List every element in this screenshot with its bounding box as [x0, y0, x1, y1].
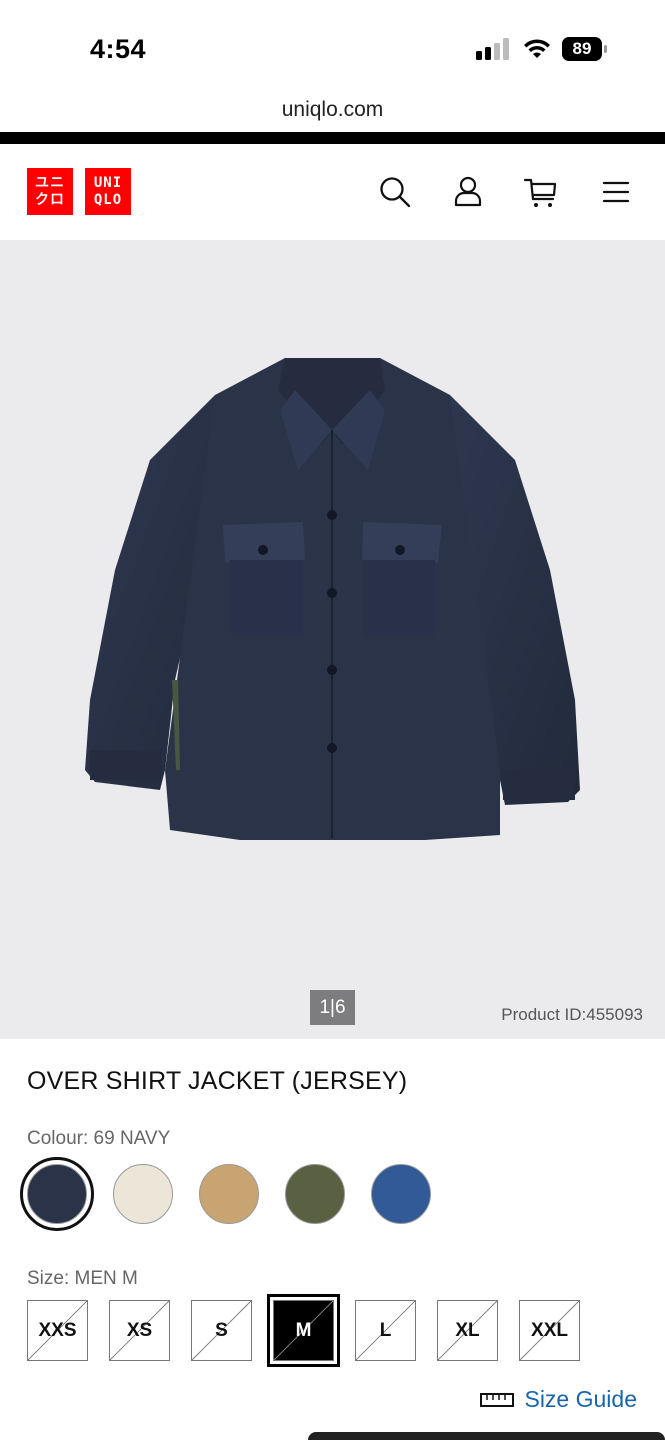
search-icon[interactable]	[377, 174, 413, 210]
size-guide-link[interactable]: Size Guide	[480, 1386, 637, 1413]
wifi-icon	[524, 39, 550, 58]
colour-swatch-chip	[27, 1164, 87, 1224]
battery-level: 89	[572, 39, 592, 58]
colour-swatch-chip	[113, 1164, 173, 1224]
logo-latin: UNI QLO	[85, 168, 131, 215]
colour-swatches	[20, 1157, 438, 1231]
colour-swatch-chip	[285, 1164, 345, 1224]
image-pager: 1|6	[310, 990, 355, 1025]
colour-swatch-chip	[371, 1164, 431, 1224]
battery-icon: 89	[562, 37, 608, 61]
size-option-label: M	[295, 1319, 312, 1341]
size-guide-label: Size Guide	[524, 1386, 637, 1412]
size-option[interactable]: L	[355, 1300, 416, 1361]
colour-swatch[interactable]	[278, 1157, 352, 1231]
colour-label: Colour: 69 NAVY	[27, 1128, 171, 1149]
cart-icon[interactable]	[523, 174, 559, 210]
size-option[interactable]: XL	[437, 1300, 498, 1361]
bottom-sheet-handle[interactable]	[308, 1432, 665, 1440]
size-options: XXS XS S M L XL XXL	[27, 1294, 580, 1367]
product-title: OVER SHIRT JACKET (JERSEY)	[27, 1067, 408, 1095]
size-option[interactable]: M	[267, 1294, 340, 1367]
status-time: 4:54	[90, 34, 147, 64]
size-option[interactable]: S	[191, 1300, 252, 1361]
size-option-label: XL	[455, 1319, 480, 1341]
size-option-label: XXL	[531, 1319, 568, 1341]
size-option[interactable]: XXL	[519, 1300, 580, 1361]
size-option-label: XS	[126, 1319, 153, 1341]
size-option-label: L	[379, 1319, 392, 1341]
status-bar: 4:54 89 uniqlo.com	[0, 0, 665, 121]
colour-swatch[interactable]	[106, 1157, 180, 1231]
size-option[interactable]: XS	[109, 1300, 170, 1361]
size-option-label: XXS	[38, 1319, 77, 1341]
size-option[interactable]: XXS	[27, 1300, 88, 1361]
size-label: Size: MEN M	[27, 1268, 138, 1289]
ruler-icon	[480, 1392, 515, 1407]
colour-swatch[interactable]	[192, 1157, 266, 1231]
colour-swatch[interactable]	[20, 1157, 94, 1231]
product-image-jacket	[85, 358, 580, 840]
logo-katakana: ユニ クロ	[27, 168, 73, 215]
size-option-label: S	[215, 1319, 228, 1341]
product-image-gallery[interactable]: 1|6 Product ID:455093	[0, 240, 665, 1039]
product-id: Product ID:455093	[501, 1005, 643, 1024]
uniqlo-logo[interactable]: ユニ クロ UNI QLO	[27, 168, 131, 215]
account-icon[interactable]	[450, 174, 486, 210]
colour-swatch-chip	[199, 1164, 259, 1224]
site-header: ユニ クロ UNI QLO	[0, 144, 665, 240]
colour-swatch[interactable]	[364, 1157, 438, 1231]
menu-icon[interactable]	[598, 174, 634, 210]
cellular-signal-icon	[476, 38, 509, 60]
url-bar[interactable]: uniqlo.com	[0, 98, 665, 122]
toolbar-divider	[0, 132, 665, 144]
